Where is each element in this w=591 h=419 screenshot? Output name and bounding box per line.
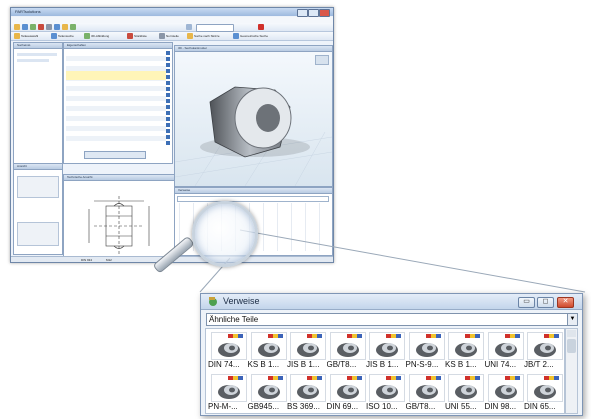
filter-value: Ähnliche Teile (209, 315, 259, 324)
nut-thumbnail-icon (415, 376, 441, 399)
part-thumbnail (211, 332, 247, 360)
part-label: DIN 74... (208, 360, 240, 369)
part-thumbnail (487, 332, 524, 360)
reference-part-item[interactable]: GB945... (248, 373, 288, 413)
part-thumbnail (487, 374, 524, 402)
part-label: KS B 1... (445, 360, 477, 369)
reference-part-item[interactable]: BS 369... (287, 373, 327, 413)
reference-part-item[interactable]: GB/T8... (406, 373, 446, 413)
nut-thumbnail-icon (218, 376, 243, 399)
nut-thumbnail-icon (297, 334, 322, 357)
part-label: UNI 55... (445, 402, 477, 411)
reference-part-item[interactable]: ISO 10... (366, 373, 406, 413)
references-icon (209, 297, 217, 306)
part-thumbnail (250, 374, 287, 402)
reference-part-item[interactable]: JB/T 2... (524, 331, 564, 371)
part-label: GB945... (247, 402, 280, 411)
part-thumbnail (448, 332, 484, 360)
nut-thumbnail-icon (415, 334, 441, 357)
reference-part-item[interactable]: DIN 74... (208, 331, 248, 371)
reference-part-item[interactable]: JIS B 1... (366, 331, 406, 371)
nut-thumbnail-icon (218, 334, 243, 357)
part-thumbnail (290, 374, 326, 402)
nut-thumbnail-icon (336, 376, 362, 399)
part-label: JIS B 1... (366, 360, 399, 369)
reference-part-item[interactable]: PN-S-9... (406, 331, 446, 371)
nut-thumbnail-icon (336, 334, 362, 357)
minimize-button[interactable]: ▭ (518, 297, 535, 308)
reference-part-item[interactable]: GB/T8... (327, 331, 367, 371)
references-panel-zoom: Verweise ▭ ◻ ✕ Ähnliche Teile ▼ DIN 74..… (200, 293, 583, 416)
part-label: ISO 10... (366, 402, 398, 411)
references-title-bar: Verweise ▭ ◻ ✕ (201, 294, 582, 310)
part-label: DIN 98... (484, 402, 517, 411)
nut-thumbnail-icon (494, 334, 520, 357)
part-thumbnail (408, 374, 445, 402)
magnifier-lens (192, 201, 258, 267)
nut-thumbnail-icon (257, 376, 283, 399)
part-label: DIN 69... (326, 402, 359, 411)
reference-part-item[interactable]: DIN 69... (327, 373, 367, 413)
references-grid: DIN 74... KS B 1... JIS B 1... GB/T8... JIS … (205, 328, 565, 414)
part-thumbnail (369, 332, 405, 360)
reference-part-item[interactable]: PN-M-... (208, 373, 248, 413)
nut-thumbnail-icon (257, 334, 283, 357)
part-thumbnail (408, 332, 445, 360)
vertical-scrollbar[interactable] (565, 328, 578, 414)
nut-thumbnail-icon (376, 334, 401, 357)
part-thumbnail (329, 374, 366, 402)
references-title: Verweise (223, 296, 260, 306)
part-label: JIS B 1... (287, 360, 320, 369)
reference-part-item[interactable]: DIN 65... (524, 373, 564, 413)
nut-thumbnail-icon (297, 376, 322, 399)
part-label: PN-M-... (208, 402, 238, 411)
reference-part-item[interactable]: UNI 74... (485, 331, 525, 371)
part-thumbnail (211, 374, 247, 402)
reference-part-item[interactable]: DIN 98... (485, 373, 525, 413)
nut-thumbnail-icon (534, 334, 559, 357)
part-thumbnail (250, 332, 287, 360)
part-thumbnail (527, 332, 563, 360)
nut-thumbnail-icon (534, 376, 559, 399)
nut-thumbnail-icon (376, 376, 401, 399)
part-label: GB/T8... (405, 402, 436, 411)
reference-part-item[interactable]: KS B 1... (445, 331, 485, 371)
part-label: UNI 74... (484, 360, 517, 369)
scroll-up-button[interactable] (567, 330, 576, 337)
chevron-down-icon[interactable]: ▼ (567, 314, 577, 325)
reference-part-item[interactable]: JIS B 1... (287, 331, 327, 371)
part-label: PN-S-9... (405, 360, 439, 369)
nut-thumbnail-icon (455, 334, 480, 357)
scroll-thumb[interactable] (567, 339, 576, 353)
part-thumbnail (527, 374, 563, 402)
part-label: BS 369... (287, 402, 320, 411)
reference-part-item[interactable]: KS B 1... (248, 331, 288, 371)
references-filter-select[interactable]: Ähnliche Teile ▼ (206, 313, 578, 326)
nut-thumbnail-icon (494, 376, 520, 399)
part-label: KS B 1... (247, 360, 280, 369)
part-label: GB/T8... (326, 360, 357, 369)
part-thumbnail (448, 374, 484, 402)
reference-part-item[interactable]: UNI 55... (445, 373, 485, 413)
close-button[interactable]: ✕ (557, 297, 574, 308)
part-thumbnail (329, 332, 366, 360)
restore-button[interactable]: ◻ (537, 297, 554, 308)
part-thumbnail (369, 374, 405, 402)
part-label: JB/T 2... (524, 360, 554, 369)
nut-thumbnail-icon (455, 376, 480, 399)
part-thumbnail (290, 332, 326, 360)
callout-line-top (239, 229, 586, 293)
part-label: DIN 65... (524, 402, 556, 411)
